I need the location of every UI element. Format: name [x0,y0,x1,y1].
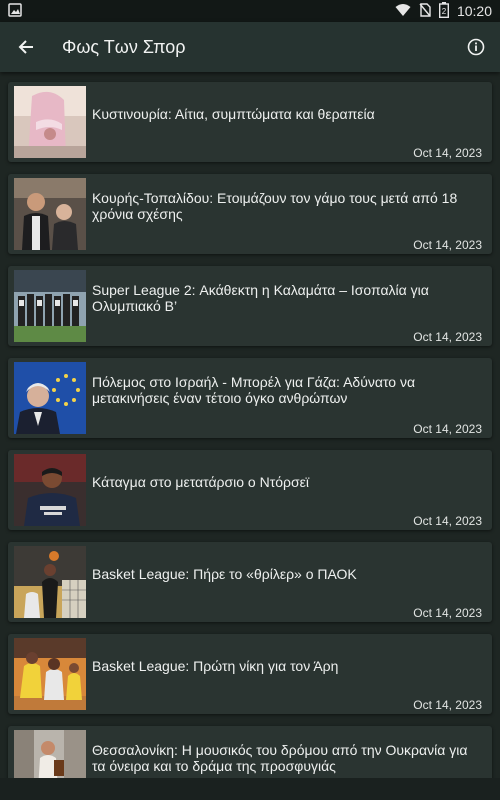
info-icon[interactable] [464,35,488,59]
article-date: Oct 14, 2023 [413,422,482,436]
article-title: Super League 2: Ακάθεκτη η Καλαμάτα – Ισ… [92,282,429,314]
app-bar: Φως Των Σπορ [0,22,500,72]
article-title: Πόλεμος στο Ισραήλ - Μπορέλ για Γάζα: Αδ… [92,374,416,406]
battery-icon: 2 [438,1,449,21]
article-date: Oct 14, 2023 [413,514,482,528]
article-card[interactable]: Super League 2: Ακάθεκτη η Καλαμάτα – Ισ… [8,266,492,346]
article-thumbnail [14,638,86,710]
article-date: Oct 14, 2023 [413,698,482,712]
article-title: Κάταγμα στο μετατάρσιο ο Ντόρσεϊ [92,474,309,490]
svg-text:2: 2 [442,7,447,16]
article-title: Κυστινουρία: Αίτια, συμπτώματα και θεραπ… [92,106,375,122]
article-thumbnail [14,270,86,342]
article-card[interactable]: Basket League: Πήρε το «θρίλερ» ο ΠΑΟΚ O… [8,542,492,622]
no-sim-icon [419,2,431,20]
article-thumbnail [14,178,86,250]
article-title: Κουρής-Τοπαλίδου: Ετοιμάζουν τον γάμο το… [92,190,458,222]
back-arrow-icon[interactable] [14,35,38,59]
article-date: Oct 14, 2023 [413,146,482,160]
article-card[interactable]: Basket League: Πρώτη νίκη για τον Άρη Oc… [8,634,492,714]
article-card[interactable]: Πόλεμος στο Ισραήλ - Μπορέλ για Γάζα: Αδ… [8,358,492,438]
status-bar: 2 10:20 [0,0,500,22]
article-card[interactable]: Θεσσαλονίκη: Η μουσικός του δρόμου από τ… [8,726,492,778]
article-card[interactable]: Κάταγμα στο μετατάρσιο ο Ντόρσεϊ Oct 14,… [8,450,492,530]
wifi-icon [395,3,411,20]
article-date: Oct 14, 2023 [413,606,482,620]
article-thumbnail [14,86,86,158]
article-thumbnail [14,730,86,778]
article-card[interactable]: Κουρής-Τοπαλίδου: Ετοιμάζουν τον γάμο το… [8,174,492,254]
article-thumbnail [14,454,86,526]
image-notification-icon [8,2,22,20]
page-title: Φως Των Σπορ [62,36,186,57]
article-date: Oct 14, 2023 [413,238,482,252]
article-thumbnail [14,362,86,434]
article-thumbnail [14,546,86,618]
article-date: Oct 14, 2023 [413,330,482,344]
article-title: Θεσσαλονίκη: Η μουσικός του δρόμου από τ… [92,742,468,774]
article-title: Basket League: Πρώτη νίκη για τον Άρη [92,658,339,674]
bottom-bar [0,778,500,800]
article-title: Basket League: Πήρε το «θρίλερ» ο ΠΑΟΚ [92,566,357,582]
article-card[interactable]: Κυστινουρία: Αίτια, συμπτώματα και θεραπ… [8,82,492,162]
clock: 10:20 [456,3,492,19]
article-list[interactable]: Κυστινουρία: Αίτια, συμπτώματα και θεραπ… [0,72,500,778]
